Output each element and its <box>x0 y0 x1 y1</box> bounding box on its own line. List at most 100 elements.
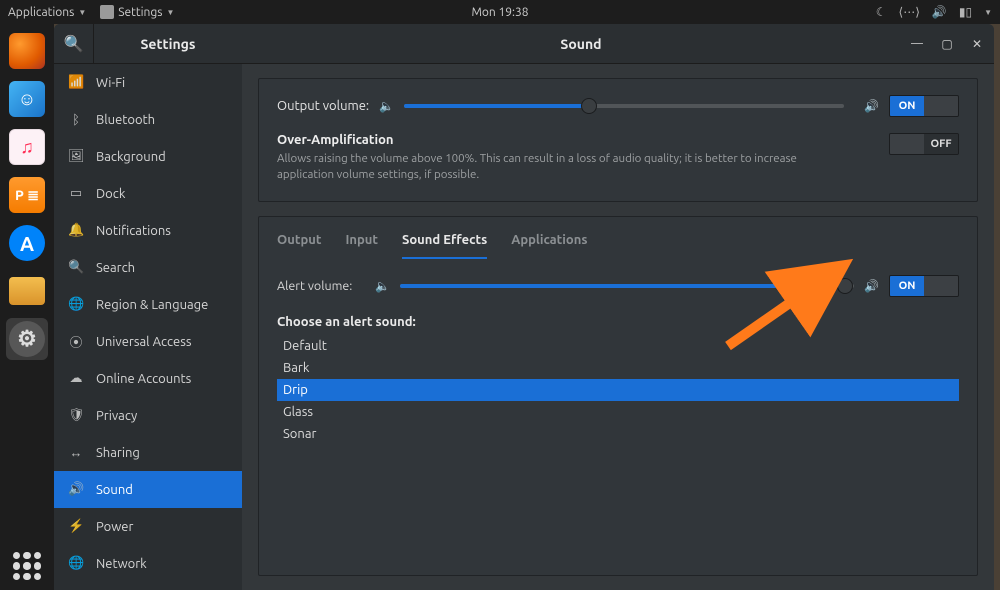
tab-applications[interactable]: Applications <box>511 229 587 259</box>
software-icon: A <box>9 225 45 261</box>
tab-input[interactable]: Input <box>345 229 378 259</box>
tab-output[interactable]: Output <box>277 229 321 259</box>
sidebar-item-label: Bluetooth <box>96 113 155 127</box>
page-title: Sound <box>252 36 910 52</box>
titlebar: Sound — ▢ ✕ <box>242 24 994 64</box>
output-volume-slider[interactable] <box>404 104 844 108</box>
chevron-down-icon: ▼ <box>78 8 86 17</box>
dock: ☺ ♫ P ≣ A ⚙ <box>0 24 54 590</box>
alert-sound-bark[interactable]: Bark <box>277 357 959 379</box>
sidebar-icon: 🌐 <box>68 297 84 312</box>
output-panel: Output volume: 🔈 🔊 ON Over-Ampl <box>258 78 978 202</box>
sidebar-item-background[interactable]: 🖼 Background <box>54 138 242 175</box>
night-icon: ☾ <box>876 5 887 19</box>
sidebar-item-devices[interactable]: 🖴Devices❯ <box>54 582 242 590</box>
battery-icon: ▮▯ <box>959 5 972 19</box>
current-app-menu[interactable]: Settings ▼ <box>100 5 174 19</box>
sidebar-icon: ▭ <box>68 186 84 201</box>
sidebar-item-label: Search <box>96 261 135 275</box>
sidebar-item-power[interactable]: ⚡ Power <box>54 508 242 545</box>
sidebar-item-universal-access[interactable]: ⦿Universal Access <box>54 323 242 360</box>
alert-volume-label: Alert volume: <box>277 279 365 293</box>
alert-sound-sonar[interactable]: Sonar <box>277 423 959 445</box>
drive-icon <box>9 277 45 305</box>
sidebar-icon: 🌐 <box>68 556 84 571</box>
dock-files[interactable]: ☺ <box>6 78 48 120</box>
minimize-button[interactable]: — <box>910 37 924 51</box>
top-panel: Applications ▼ Settings ▼ Mon 19:38 ☾ ⟨⋯… <box>0 0 1000 24</box>
sidebar-item-wi-fi[interactable]: 📶Wi-Fi <box>54 64 242 101</box>
sidebar-item-dock[interactable]: ▭ Dock <box>54 175 242 212</box>
close-button[interactable]: ✕ <box>970 37 984 51</box>
sidebar-icon: ↔ <box>68 445 84 460</box>
slider-thumb[interactable] <box>581 98 597 114</box>
sidebar-item-sound[interactable]: 🔊 Sound <box>54 471 242 508</box>
tab-sound-effects[interactable]: Sound Effects <box>402 229 487 259</box>
sidebar-item-bluetooth[interactable]: ᛒ Bluetooth <box>54 101 242 138</box>
music-icon: ♫ <box>9 129 45 165</box>
overamp-toggle[interactable]: OFF <box>889 133 959 155</box>
sidebar-item-label: Sharing <box>96 446 140 460</box>
sidebar-item-label: Network <box>96 557 147 571</box>
sidebar-item-region-language[interactable]: 🌐Region & Language <box>54 286 242 323</box>
alert-sound-drip[interactable]: Drip <box>277 379 959 401</box>
choose-alert-label: Choose an alert sound: <box>277 315 959 329</box>
sidebar-item-privacy[interactable]: 🛡Privacy <box>54 397 242 434</box>
sidebar-item-search[interactable]: 🔍 Search <box>54 249 242 286</box>
dock-firefox[interactable] <box>6 30 48 72</box>
sidebar-item-label: Dock <box>96 187 125 201</box>
alert-volume-slider[interactable] <box>400 284 854 288</box>
chevron-down-icon: ▼ <box>166 8 174 17</box>
dock-software[interactable]: A <box>6 222 48 264</box>
sidebar-icon: 🔊 <box>68 482 84 497</box>
current-app-label: Settings <box>118 6 162 19</box>
sidebar-icon: 🛡 <box>68 408 84 423</box>
sidebar-icon: ⦿ <box>68 332 84 351</box>
dock-settings[interactable]: ⚙ <box>6 318 48 360</box>
alert-mute-toggle[interactable]: ON <box>889 275 959 297</box>
volume-high-icon: 🔊 <box>864 279 879 293</box>
slider-thumb[interactable] <box>837 278 853 294</box>
sidebar-item-label: Wi-Fi <box>96 76 125 90</box>
sidebar-item-label: Online Accounts <box>96 372 191 386</box>
dock-drive[interactable] <box>6 270 48 312</box>
sidebar-item-notifications[interactable]: 🔔Notifications <box>54 212 242 249</box>
alert-sound-default[interactable]: Default <box>277 335 959 357</box>
alert-sound-list: DefaultBarkDripGlassSonar <box>277 335 959 445</box>
sidebar-icon: ᛒ <box>68 113 84 127</box>
dock-music[interactable]: ♫ <box>6 126 48 168</box>
sidebar-icon: 🔍 <box>68 260 84 275</box>
volume-low-icon: 🔈 <box>375 279 390 293</box>
overamp-desc: Allows raising the volume above 100%. Th… <box>277 151 837 183</box>
sidebar-item-label: Power <box>96 520 133 534</box>
search-button[interactable]: 🔍 <box>54 24 94 64</box>
sidebar-item-label: Sound <box>96 483 133 497</box>
volume-icon: 🔊 <box>932 5 947 19</box>
sidebar-title: Settings <box>94 36 242 52</box>
sidebar-list: 📶Wi-Fi ᛒ Bluetooth 🖼 Background ▭ Dock 🔔Notific… <box>54 64 242 590</box>
show-applications-button[interactable] <box>13 552 41 580</box>
toggle-off-label: OFF <box>924 134 958 154</box>
sidebar-item-online-accounts[interactable]: ☁Online Accounts <box>54 360 242 397</box>
main-area: Sound — ▢ ✕ Output volume: 🔈 🔊 <box>242 24 994 590</box>
dock-slides[interactable]: P ≣ <box>6 174 48 216</box>
applications-menu[interactable]: Applications ▼ <box>8 6 86 19</box>
alert-sound-glass[interactable]: Glass <box>277 401 959 423</box>
app-icon <box>100 5 114 19</box>
sidebar-item-network[interactable]: 🌐 Network <box>54 545 242 582</box>
sidebar-item-label: Background <box>96 150 166 164</box>
settings-sidebar: 🔍 Settings 📶Wi-Fi ᛒ Bluetooth 🖼 Background ▭ D… <box>54 24 242 590</box>
sidebar-item-sharing[interactable]: ↔ Sharing <box>54 434 242 471</box>
sidebar-icon: 🖼 <box>68 149 84 164</box>
sidebar-header: 🔍 Settings <box>54 24 242 64</box>
clock[interactable]: Mon 19:38 <box>471 6 528 19</box>
status-area[interactable]: ☾ ⟨⋯⟩ 🔊 ▮▯ ▼ <box>876 5 992 19</box>
output-mute-toggle[interactable]: ON <box>889 95 959 117</box>
volume-high-icon: 🔊 <box>864 99 879 113</box>
tabs: Output Input Sound Effects Applications <box>259 217 977 259</box>
sidebar-icon: ⚡ <box>68 519 84 534</box>
toggle-on-label: ON <box>890 276 924 296</box>
maximize-button[interactable]: ▢ <box>940 37 954 51</box>
toggle-on-label: ON <box>890 96 924 116</box>
applications-label: Applications <box>8 6 74 19</box>
